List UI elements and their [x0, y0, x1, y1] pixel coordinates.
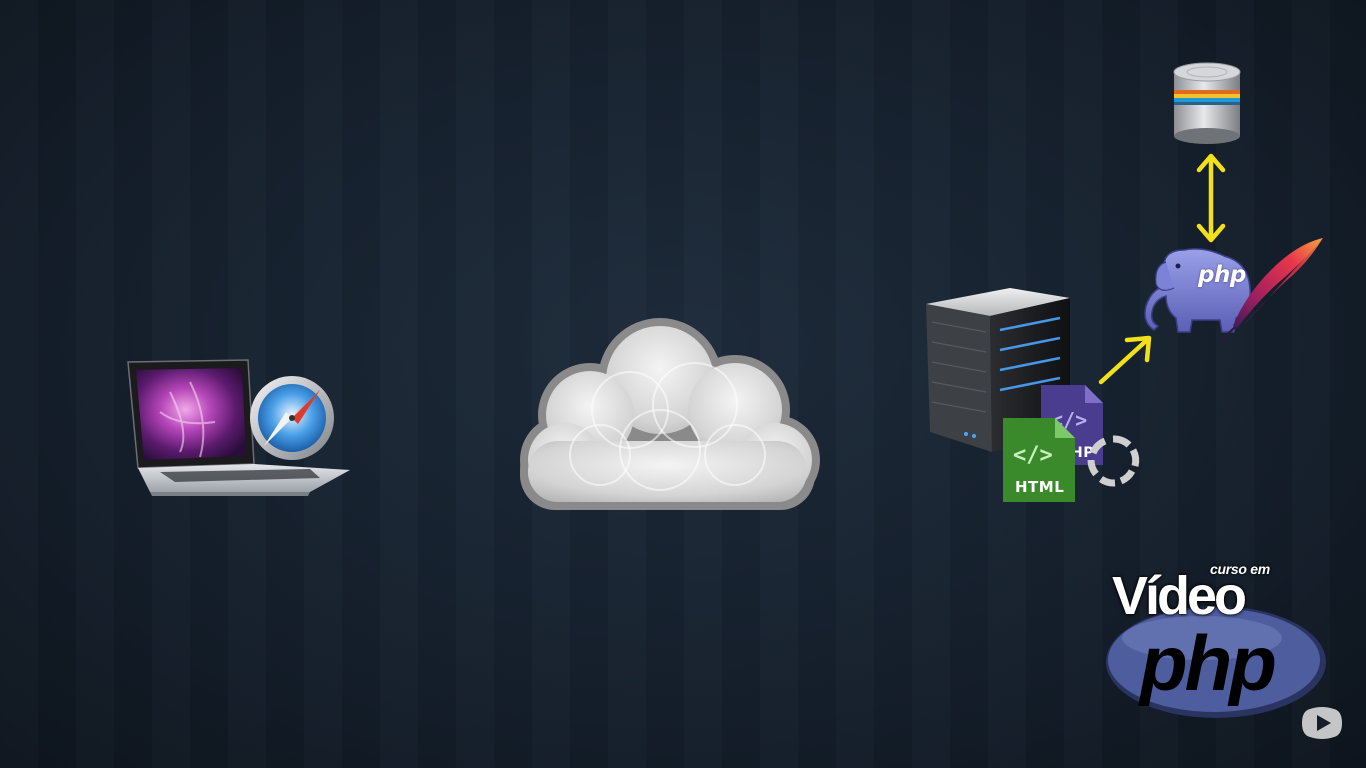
brand-php-text: php: [1140, 619, 1277, 707]
cloud-icon: [520, 318, 820, 510]
svg-text:</>: </>: [1013, 443, 1053, 468]
arrow-bidirectional-icon: [1196, 153, 1226, 243]
loading-spinner-icon: [1087, 435, 1140, 487]
database-icon: [1173, 62, 1241, 144]
safari-compass-icon: [250, 376, 334, 460]
html-file-label: HTML: [1015, 478, 1065, 496]
youtube-play-icon[interactable]: [1302, 705, 1342, 741]
arrow-up-right-icon: [1098, 335, 1152, 385]
apache-feather-icon: [1218, 238, 1323, 343]
video-frame: </> HP </> HTML php curso em Vídeo php: [0, 0, 1366, 768]
